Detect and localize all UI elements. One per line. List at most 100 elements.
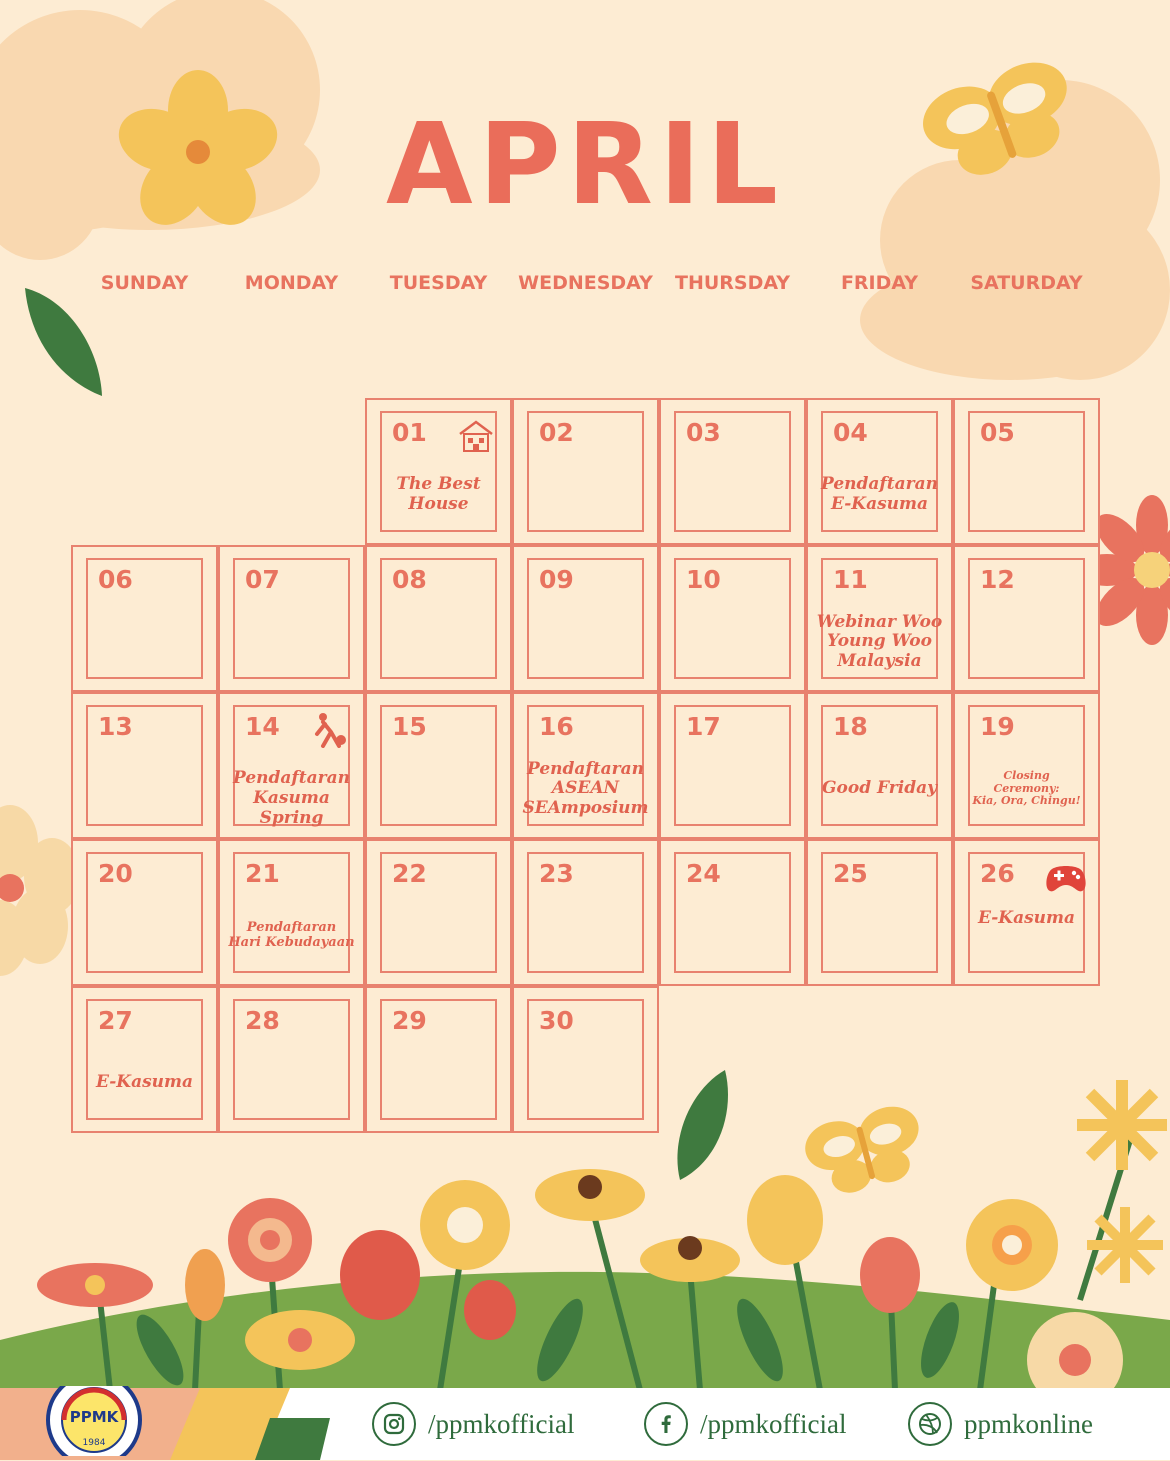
ppmk-logo: PPMK 1984 [44,1372,144,1461]
facebook-link[interactable]: /ppmkofficial [644,1400,846,1448]
calendar-day-cell[interactable]: 17 [659,692,806,839]
tulip-icon [747,1175,823,1265]
bowling-icon [309,712,349,748]
calendar-day-cell[interactable]: 03 [659,398,806,545]
website-link[interactable]: ppmkonline [908,1400,1093,1448]
instagram-icon [372,1402,416,1446]
day-number: 01 [392,418,427,447]
tulip-icon [340,1230,420,1320]
calendar-day-cell[interactable]: 05 [953,398,1100,545]
event-label: Pendaftaran Kasuma Spring [233,768,350,828]
calendar-day-cell[interactable]: 26 E-Kasuma [953,839,1100,986]
day-number: 30 [539,1006,574,1035]
day-header-friday: FRIDAY [840,272,919,294]
day-header-wednesday: WEDNESDAY [518,272,653,294]
calendar-day-cell[interactable]: 07 [218,545,365,692]
calendar-day-cell[interactable]: 25 [806,839,953,986]
calendar-day-cell[interactable]: 18 Good Friday [806,692,953,839]
day-number: 19 [980,712,1015,741]
calendar-day-cell[interactable]: 15 [365,692,512,839]
day-number: 11 [833,565,868,594]
flower-icon [1077,1080,1167,1170]
calendar-day-cell[interactable]: 10 [659,545,806,692]
day-number: 09 [539,565,574,594]
event-label: E-Kasuma [95,1072,194,1093]
calendar-day-cell[interactable]: 13 [71,692,218,839]
calendar-day-cell[interactable]: 21 Pendaftaran Hari Kebudayaan [218,839,365,986]
calendar-day-cell[interactable]: 08 [365,545,512,692]
calendar-day-cell[interactable]: 12 [953,545,1100,692]
facebook-handle: /ppmkofficial [700,1408,847,1439]
event-label: Good Friday [822,778,937,799]
calendar-day-cell[interactable]: 23 [512,839,659,986]
day-number: 28 [245,1006,280,1035]
day-number: 16 [539,712,574,741]
flower-icon [535,1169,645,1221]
day-number: 12 [980,565,1015,594]
logo-abbr: PPMK [69,1408,119,1426]
day-header-monday: MONDAY [244,272,339,294]
calendar-day-cell[interactable]: 01 The Best House [365,398,512,545]
flower-icon [37,1263,153,1307]
day-number: 02 [539,418,574,447]
calendar-day-cell[interactable]: 30 [512,986,659,1133]
leaf-icon [25,288,102,396]
day-number: 25 [833,859,868,888]
day-number: 06 [98,565,133,594]
tulip-icon [464,1280,516,1340]
day-number: 03 [686,418,721,447]
day-number: 14 [245,712,280,741]
calendar-day-cell[interactable]: 29 [365,986,512,1133]
event-label: The Best House [396,474,481,514]
calendar-day-cell[interactable]: 16 Pendaftaran ASEAN SEAmposium [512,692,659,839]
day-number: 22 [392,859,427,888]
month-title: APRIL [385,100,785,230]
day-header-tuesday: TUESDAY [389,272,488,294]
event-label: E-Kasuma [977,908,1076,928]
calendar-day-cell[interactable]: 22 [365,839,512,986]
calendar-day-cell[interactable]: 06 [71,545,218,692]
calendar-day-cell[interactable]: 20 [71,839,218,986]
instagram-handle: /ppmkofficial [428,1408,575,1439]
calendar-day-cell[interactable]: 19 Closing Ceremony: Kia, Ora, Chingu! [953,692,1100,839]
calendar-day-cell[interactable]: 28 [218,986,365,1133]
calendar-day-cell[interactable]: 27 E-Kasuma [71,986,218,1133]
calendar-day-cell[interactable]: 04 Pendaftaran E-Kasuma [806,398,953,545]
day-number: 26 [980,859,1015,888]
calendar-day-cell[interactable]: 24 [659,839,806,986]
flower-icon [640,1236,740,1282]
leaf-icon [677,1070,728,1180]
event-label: Closing Ceremony: Kia, Ora, Chingu! [972,769,1081,808]
day-number: 17 [686,712,721,741]
flower-icon [228,1198,312,1282]
calendar-day-cell[interactable]: 02 [512,398,659,545]
day-header-saturday: SATURDAY [970,272,1083,294]
flower-icon [245,1310,355,1370]
event-label: Webinar Woo Young Woo Malaysia [816,611,943,671]
logo-year: 1984 [82,1438,106,1448]
calendar-day-cell[interactable]: 09 [512,545,659,692]
day-number: 10 [686,565,721,594]
butterfly-icon [805,1106,919,1193]
event-label: Pendaftaran ASEAN SEAmposium [522,758,649,818]
day-number: 24 [686,859,721,888]
day-number: 27 [98,1006,133,1035]
event-label: Pendaftaran E-Kasuma [821,474,938,514]
dribbble-icon [908,1402,952,1446]
day-number: 21 [245,859,280,888]
flower-icon [0,805,80,976]
instagram-link[interactable]: /ppmkofficial [372,1400,574,1448]
website-handle: ppmkonline [964,1408,1093,1439]
day-number: 05 [980,418,1015,447]
house-icon [456,418,496,454]
flower-icon [1087,1207,1163,1283]
day-number: 23 [539,859,574,888]
day-number: 04 [833,418,868,447]
day-number: 08 [392,565,427,594]
calendar-day-cell[interactable]: 11 Webinar Woo Young Woo Malaysia [806,545,953,692]
day-number: 13 [98,712,133,741]
calendar-day-cell[interactable]: 14 Pendaftaran Kasuma Spring [218,692,365,839]
flower-icon [420,1180,510,1270]
day-number: 20 [98,859,133,888]
event-label: Pendaftaran Hari Kebudayaan [228,920,355,950]
